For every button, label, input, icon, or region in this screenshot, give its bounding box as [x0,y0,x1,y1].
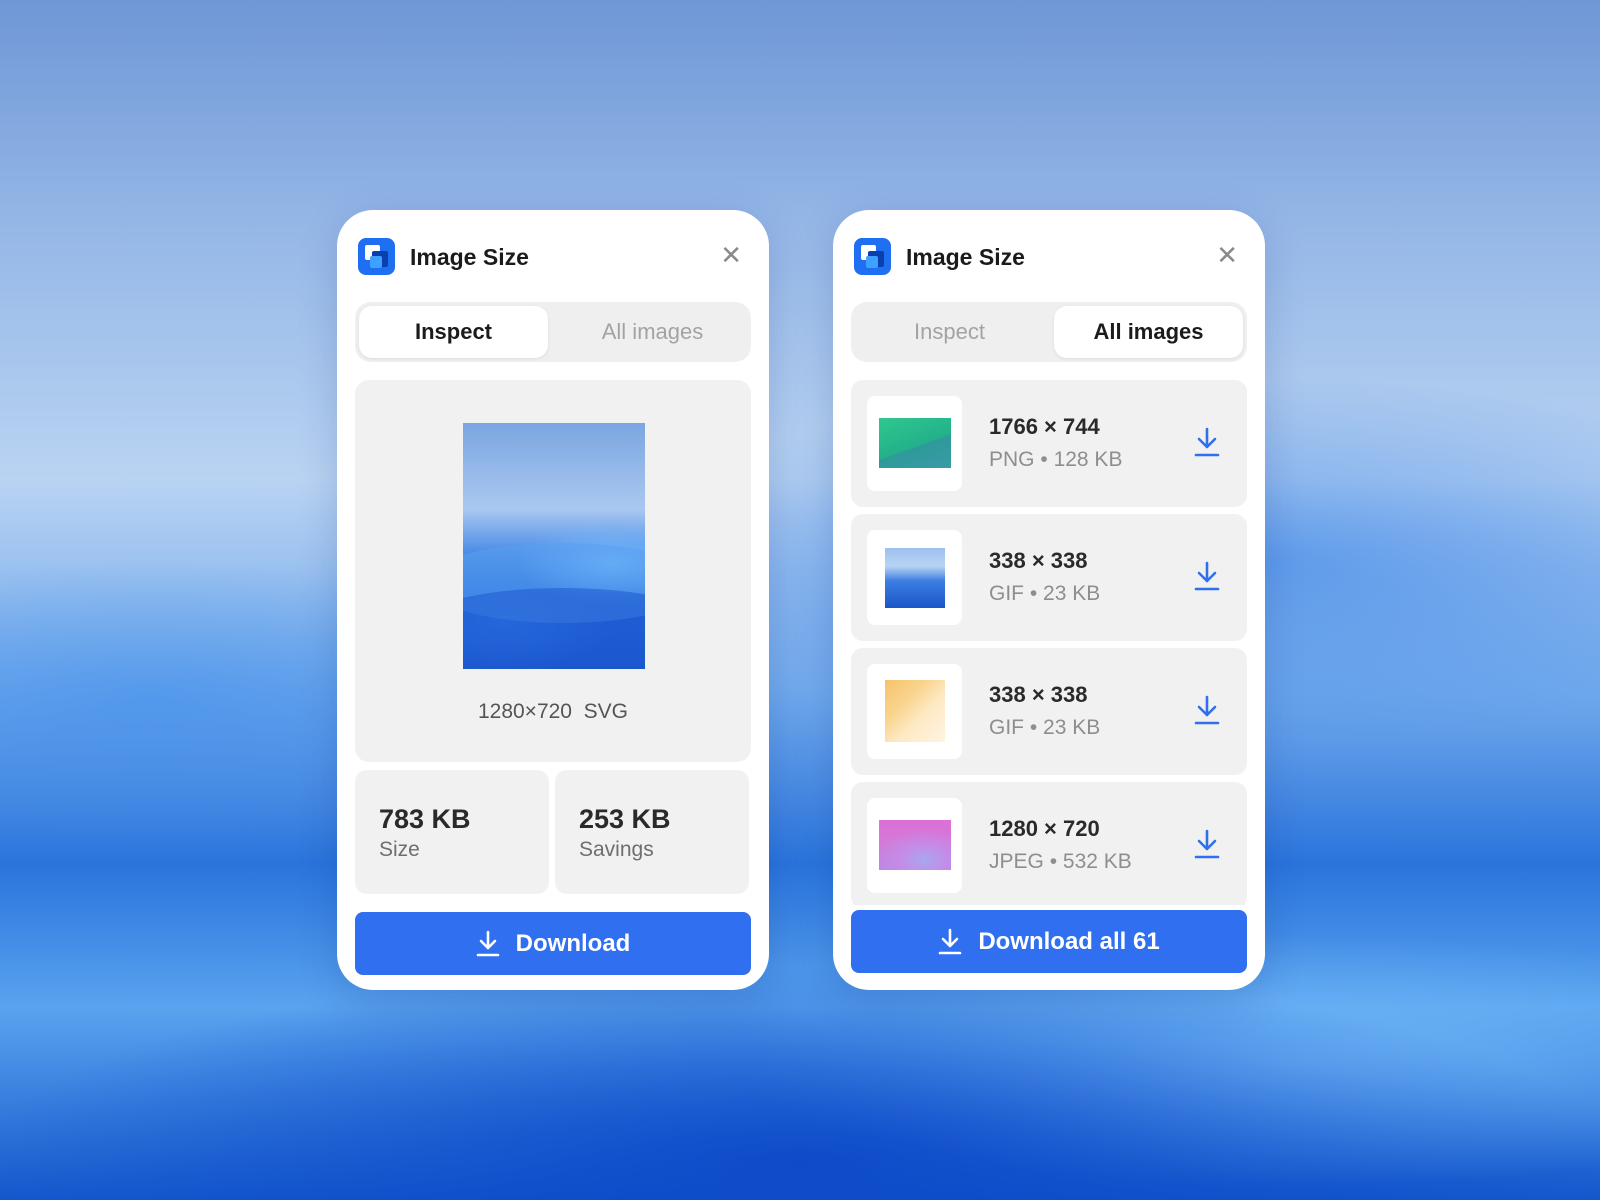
image-meta: GIF • 23 KB [989,716,1100,740]
download-icon[interactable] [1193,694,1221,726]
download-icon [939,928,962,954]
tab-bar: Inspect All images [355,302,751,362]
download-icon[interactable] [1193,426,1221,458]
meta-separator: • [1029,716,1038,739]
image-list[interactable]: 1766 × 744 PNG • 128 KB 338 × 338 GIF • … [851,380,1247,905]
thumbnail-frame [867,396,962,491]
download-button-label: Download [515,929,631,957]
image-dimensions: 338 × 338 [989,548,1088,573]
image-preview-card: 1280×720 SVG [355,380,751,762]
download-icon[interactable] [1193,828,1221,860]
app-title: Image Size [906,244,1025,270]
tab-inspect[interactable]: Inspect [359,306,548,358]
meta-separator: • [1040,448,1048,471]
meta-separator: • [1029,582,1038,605]
savings-label: Savings [579,838,654,861]
thumbnail-frame [867,664,962,759]
image-list-item[interactable]: 338 × 338 GIF • 23 KB [851,514,1247,641]
download-icon[interactable] [1193,560,1221,592]
download-icon [476,930,499,956]
close-icon[interactable]: ✕ [1216,242,1238,268]
tab-all-images[interactable]: All images [1054,306,1243,358]
panel-header: Image Size ✕ [854,238,1244,276]
close-icon[interactable]: ✕ [720,242,742,268]
image-thumbnail [879,820,951,870]
size-value: 783 KB [379,804,471,834]
thumbnail-frame [867,530,962,625]
image-meta: JPEG • 532 KB [989,850,1132,874]
preview-image [463,423,645,669]
image-list-item[interactable]: 1766 × 744 PNG • 128 KB [851,380,1247,507]
image-meta: PNG • 128 KB [989,448,1122,472]
image-file-size: 23 KB [1043,582,1101,605]
image-size-panel-inspect: Image Size ✕ Inspect All images 1280×720… [337,210,769,990]
meta-separator: • [1049,850,1058,873]
image-size-panel-all-images: Image Size ✕ Inspect All images 1766 × 7… [833,210,1265,990]
thumbnail-frame [867,798,962,893]
preview-caption: 1280×720 SVG [477,700,629,723]
tab-bar: Inspect All images [851,302,1247,362]
image-format: GIF [989,716,1024,739]
download-all-button-label: Download all 61 [978,927,1160,955]
image-size-logo-icon [854,238,891,275]
image-size-logo-icon [358,238,395,275]
size-label: Size [379,838,420,861]
image-meta: GIF • 23 KB [989,582,1100,606]
image-list-item[interactable]: 338 × 338 GIF • 23 KB [851,648,1247,775]
savings-value: 253 KB [579,804,671,834]
savings-stat-card: 253 KB Savings [555,770,749,894]
image-list-item[interactable]: 1280 × 720 JPEG • 532 KB [851,782,1247,905]
image-dimensions: 1280 × 720 [989,816,1100,841]
image-thumbnail [879,418,951,468]
image-file-size: 128 KB [1053,448,1123,471]
image-file-size: 23 KB [1043,716,1101,739]
tab-inspect[interactable]: Inspect [855,306,1044,358]
tab-all-images[interactable]: All images [558,306,747,358]
size-stat-card: 783 KB Size [355,770,549,894]
download-button[interactable]: Download [355,912,751,975]
image-format: PNG [989,448,1035,471]
download-all-button[interactable]: Download all 61 [851,910,1247,973]
image-dimensions: 1766 × 744 [989,414,1100,439]
image-dimensions: 338 × 338 [989,682,1088,707]
image-thumbnail [885,680,945,742]
image-format: JPEG [989,850,1044,873]
image-file-size: 532 KB [1062,850,1132,873]
image-thumbnail [885,548,945,608]
image-format: GIF [989,582,1024,605]
app-title: Image Size [410,244,529,270]
panel-header: Image Size ✕ [358,238,748,276]
